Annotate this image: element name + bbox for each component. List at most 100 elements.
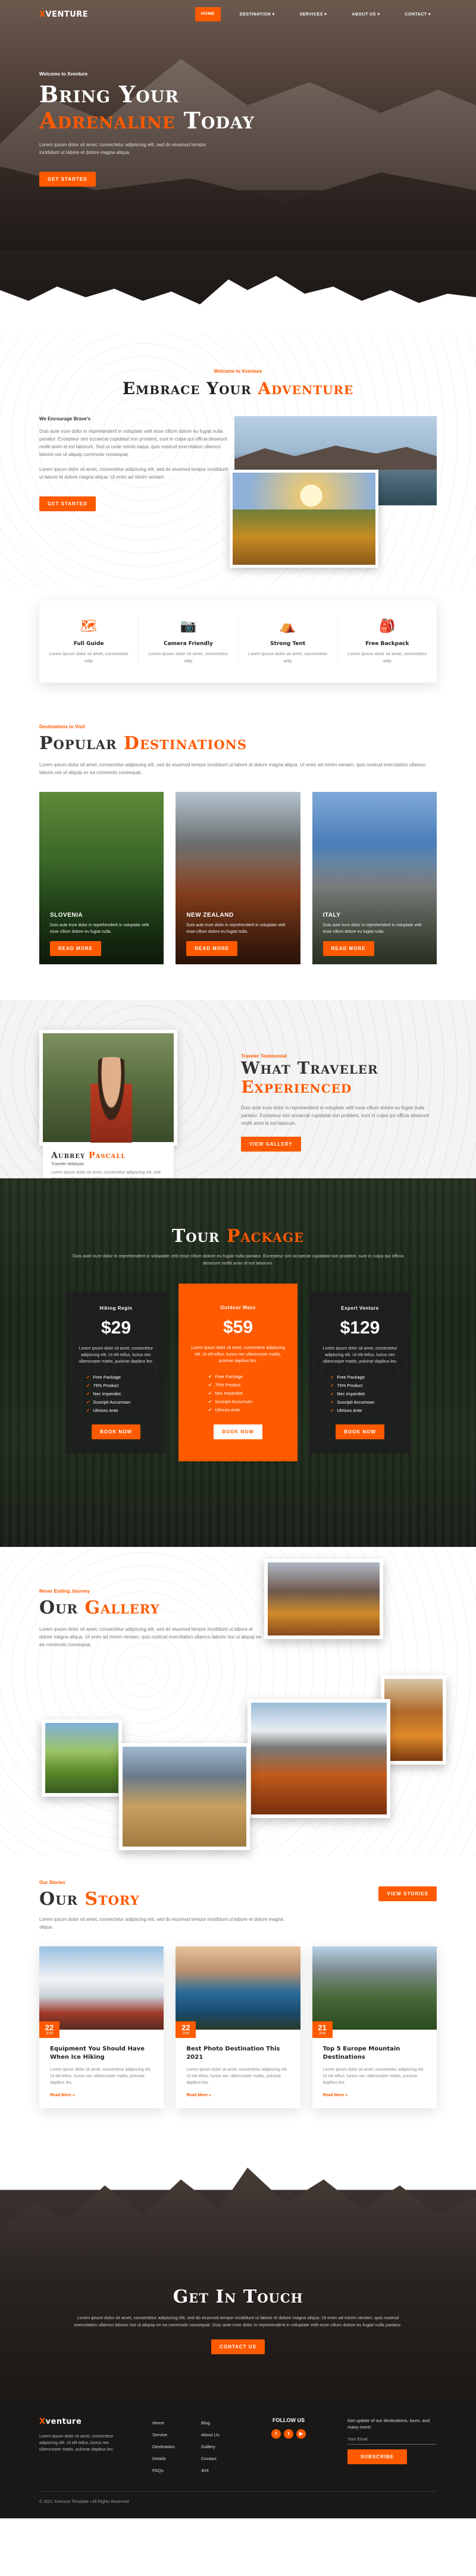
destination-desc: Duis aute irure dolor in reprehenderit i…: [50, 923, 149, 934]
destination-card-slovenia[interactable]: SLOVENIA Duis aute irure dolor in repreh…: [39, 792, 164, 964]
feature-camera-friendly: 📷 Camera Friendly Lorem ipsum dolor sit …: [139, 618, 239, 665]
view-gallery-button[interactable]: VIEW GALLERY: [241, 1137, 301, 1152]
subscribe-button[interactable]: SUBSCRIBE: [347, 2449, 407, 2464]
story-post-card[interactable]: 21 JUN Top 5 Europe Mountain Destinations…: [312, 1946, 437, 2108]
view-stories-button[interactable]: VIEW STORIES: [378, 1886, 437, 1901]
post-date-badge: 22 JUN: [39, 2021, 60, 2038]
post-month: JUN: [46, 2032, 53, 2036]
plan-price: $29: [101, 1318, 131, 1338]
plan-features: ✔ Free Package ✔ 75% Product ✔ Nec Imperdie…: [86, 1373, 146, 1415]
hero-get-started-button[interactable]: GET STARTED: [39, 172, 96, 187]
read-more-link[interactable]: Read More »: [323, 2093, 426, 2097]
post-day: 22: [45, 2023, 54, 2032]
nav-item-contact[interactable]: CONTACT ▾: [399, 7, 437, 21]
email-field[interactable]: Your Email: [347, 2430, 437, 2445]
hero-title: Bring Your Adrenaline Today: [39, 81, 255, 134]
gallery-photo[interactable]: [42, 1719, 122, 1797]
hero-description: Lorem ipsum dolor sit amet, consectetur …: [39, 142, 206, 155]
story-post-card[interactable]: 22 JUN Best Photo Destination This 2021 L…: [176, 1946, 300, 2108]
tour-intro: Duis aute irure dolor in reprehenderit i…: [72, 1253, 404, 1266]
post-title[interactable]: Equipment You Should Have When Ice Hikin…: [50, 2045, 153, 2062]
footer-link-service[interactable]: Service: [152, 2429, 201, 2441]
hero-content: Welcome to Xventure Bring Your Adrenalin…: [39, 71, 255, 187]
footer-link-contact[interactable]: Contact: [201, 2453, 250, 2465]
plan-feature: ✔ Suscipit Accumsan: [208, 1398, 268, 1406]
footer-link-gallery[interactable]: Gallery: [201, 2441, 250, 2453]
gallery-photo[interactable]: [119, 1743, 250, 1850]
gallery-photo[interactable]: [381, 1675, 446, 1764]
plan-price: $129: [340, 1318, 380, 1338]
read-more-link[interactable]: Read More »: [186, 2093, 289, 2097]
hero-title-accent: Adrenaline: [39, 107, 176, 134]
camera-icon: 📷: [180, 618, 197, 633]
plan-feature: ✔ Ultrices Ante: [86, 1407, 146, 1415]
tour-package-section: Tour Package Duis aute irure dolor in re…: [0, 1178, 476, 1547]
read-more-link[interactable]: Read More »: [50, 2093, 153, 2097]
destination-card-new-zealand[interactable]: NEW ZEALAND Duis aute irure dolor in rep…: [176, 792, 300, 964]
plan-feature: ✔ Nec Imperdiet: [208, 1389, 268, 1398]
plan-feature-text: 75% Product: [215, 1382, 241, 1388]
check-icon: ✔: [330, 1391, 334, 1396]
features-bar: 🗺 Full Guide Lorem ipsum dolor sit amet,…: [39, 600, 437, 682]
feature-desc: Lorem ipsum dolor sit amet, consectetur …: [148, 651, 228, 663]
footer-logo-text: venture: [45, 2417, 82, 2426]
footer-link-details[interactable]: Details: [152, 2453, 201, 2465]
traveler-role: Traveler Hobbyist: [51, 1162, 84, 1166]
destinations-title: Popular Destinations: [39, 733, 437, 754]
destination-country: ITALY: [322, 912, 341, 919]
footer-link-home[interactable]: Home: [152, 2417, 201, 2429]
plan-feature: ✔ Ultrices Ante: [330, 1407, 390, 1415]
check-icon: ✔: [330, 1399, 334, 1405]
check-icon: ✔: [86, 1391, 90, 1396]
book-now-button[interactable]: BOOK NOW: [92, 1424, 140, 1439]
plan-feature-text: Nec Imperdiet: [215, 1391, 243, 1396]
facebook-icon[interactable]: f: [271, 2429, 281, 2439]
plan-desc: Lorem ipsum dolor sit amet, consectetur …: [191, 1346, 285, 1363]
post-image: 22 JUN: [39, 1946, 164, 2038]
read-more-button[interactable]: READ MORE: [50, 941, 101, 956]
plan-feature-text: 75% Product: [337, 1383, 363, 1388]
story-post-card[interactable]: 22 JUN Equipment You Should Have When Ice…: [39, 1946, 164, 2108]
gallery-photo[interactable]: [264, 1559, 383, 1639]
footer-link-faqs[interactable]: FAQs: [152, 2465, 201, 2477]
footer-follow: FOLLOW US f t ▶: [250, 2417, 327, 2477]
nav-item-services[interactable]: SERVICES ▾: [294, 7, 333, 21]
footer-link-blog[interactable]: Blog: [201, 2417, 250, 2429]
book-now-button[interactable]: BOOK NOW: [213, 1424, 263, 1440]
footer-link-404[interactable]: 404: [201, 2465, 250, 2477]
post-title[interactable]: Best Photo Destination This 2021: [186, 2045, 289, 2062]
read-more-button[interactable]: READ MORE: [186, 941, 238, 956]
feature-free-backpack: 🎒 Free Backpack Lorem ipsum dolor sit am…: [338, 618, 437, 665]
plan-name: Expert Venture: [341, 1306, 379, 1311]
embrace-text: We Encourage Brave's Duis aute irure dol…: [39, 416, 230, 565]
contact-intro: Lorem ipsum dolor sit amet, consectetur …: [74, 2315, 402, 2327]
footer-logo[interactable]: Xventure: [39, 2417, 117, 2426]
twitter-icon[interactable]: t: [284, 2429, 293, 2439]
read-more-button[interactable]: READ MORE: [322, 941, 374, 956]
plan-feature-text: Ultrices Ante: [337, 1408, 362, 1413]
post-title[interactable]: Top 5 Europe Mountain Destinations: [323, 2045, 426, 2062]
tent-icon: ⛺: [279, 618, 296, 633]
check-icon: ✔: [208, 1382, 212, 1388]
footer-link-about[interactable]: About Us: [201, 2429, 250, 2441]
nav-item-destination[interactable]: DESTINATION ▾: [234, 7, 281, 21]
plan-feature-text: 75% Product: [93, 1383, 119, 1388]
plan-feature-text: Ultrices Ante: [93, 1408, 118, 1413]
contact-us-button[interactable]: CONTACT US: [211, 2339, 265, 2354]
youtube-icon[interactable]: ▶: [296, 2429, 306, 2439]
check-icon: ✔: [330, 1383, 334, 1388]
logo[interactable]: XVENTURE: [39, 10, 88, 19]
plan-features: ✔ Free Package ✔ 75% Product ✔ Nec Imperdie…: [330, 1373, 390, 1415]
nav-item-about[interactable]: ABOUT US ▾: [346, 7, 386, 21]
embrace-subhead: We Encourage Brave's: [39, 416, 91, 422]
plan-feature: ✔ Ultrices Ante: [208, 1406, 268, 1414]
plan-name: Outdoor Maze: [220, 1305, 256, 1310]
destination-card-italy[interactable]: ITALY Duis aute irure dolor in reprehend…: [312, 792, 437, 964]
footer-links-2: Blog About Us Gallery Contact 404: [201, 2417, 250, 2477]
story-title-text: Our: [39, 1889, 85, 1910]
footer-link-destination[interactable]: Destination: [152, 2441, 201, 2453]
embrace-get-started-button[interactable]: GET STARTED: [39, 496, 96, 511]
nav-item-home[interactable]: HOME: [195, 7, 221, 21]
book-now-button[interactable]: BOOK NOW: [336, 1424, 384, 1439]
gallery-photo[interactable]: [248, 1699, 390, 1818]
